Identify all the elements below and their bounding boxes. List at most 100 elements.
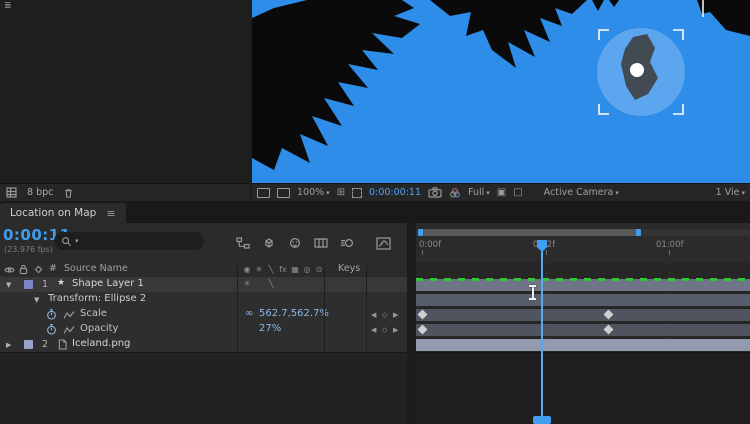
show-channel-icon[interactable]	[449, 187, 461, 199]
navigator-end-handle[interactable]	[636, 229, 641, 236]
quality-toggle[interactable]: ╲	[265, 279, 277, 288]
previous-keyframe-icon[interactable]: ◀	[371, 311, 376, 319]
frame-blend-column-icon: ▦	[289, 265, 301, 274]
layer-name[interactable]: Shape Layer 1	[72, 278, 144, 289]
group-row-transform-ellipse-2[interactable]: ▼ Transform: Ellipse 2	[0, 292, 407, 307]
column-divider	[366, 262, 367, 352]
navigator-start-handle[interactable]	[418, 229, 423, 236]
timeline-left-pane: 0:00:11 (23.976 fps) ▾	[0, 223, 407, 424]
property-name[interactable]: Scale	[80, 308, 107, 319]
twirl-open-icon[interactable]: ▼	[6, 281, 11, 289]
always-preview-icon[interactable]	[257, 188, 270, 198]
twirl-closed-icon[interactable]: ▶	[6, 341, 11, 349]
timeline-panel: Location on Map ≡ 0:00:11 (23.976 fps) ▾	[0, 201, 750, 424]
layer-bar-iceland-png[interactable]	[416, 339, 750, 351]
view-layout-value[interactable]: 1 Vie	[716, 187, 740, 198]
next-keyframe-icon[interactable]: ▶	[393, 326, 398, 334]
next-keyframe-icon[interactable]: ▶	[393, 311, 398, 319]
timeline-splitter[interactable]	[407, 223, 415, 424]
viewer-toolbar: 100% ▾ ⊞ 0:00:00:11 Full ▾ ▣ □ Active Ca…	[252, 183, 750, 201]
magnification-value[interactable]: 100%	[297, 187, 324, 198]
viewer-timecode[interactable]: 0:00:00:11	[369, 187, 421, 198]
color-depth-label[interactable]: 8 bpc	[27, 187, 53, 198]
grid-options-icon[interactable]: ⊞	[337, 187, 345, 198]
add-keyframe-icon[interactable]: ◇	[382, 311, 387, 319]
label-column-icon	[34, 265, 43, 274]
3d-view-control[interactable]: Active Camera ▾	[544, 187, 619, 198]
timeline-track-pane: 0:00f 0:12f 01:00f	[415, 223, 750, 424]
map-artwork	[252, 0, 750, 183]
property-bar-scale[interactable]	[416, 309, 750, 321]
property-row-opacity[interactable]: Opacity 27% ◀ ◇ ▶	[0, 322, 407, 337]
panel-menu-icon[interactable]: ≡	[106, 207, 115, 220]
add-keyframe-icon[interactable]: ◇	[382, 326, 387, 334]
frame-blending-icon[interactable]	[308, 233, 334, 253]
constrain-proportions-icon[interactable]: ∞	[245, 308, 253, 319]
motion-blur-icon[interactable]	[334, 233, 360, 253]
primary-viewer-icon[interactable]	[277, 188, 290, 198]
playhead-scroll-marker[interactable]	[533, 416, 551, 424]
stopwatch-icon[interactable]	[46, 308, 57, 321]
playhead-line[interactable]	[541, 251, 543, 424]
chevron-down-icon: ▾	[326, 189, 330, 197]
magnification-control[interactable]: 100% ▾	[297, 187, 330, 198]
property-row-scale[interactable]: Scale ∞ 562.7,562.7% ◀ ◇ ▶	[0, 307, 407, 322]
graph-editor-icon[interactable]	[370, 233, 396, 253]
source-name-column-label[interactable]: Source Name	[64, 263, 128, 274]
layer-label-swatch[interactable]	[24, 280, 33, 289]
group-name[interactable]: Transform: Ellipse 2	[48, 293, 146, 304]
layer-column-header: # Source Name ◉✳╲fx▦◎⊙ Keys	[0, 262, 407, 278]
layer-name[interactable]: Iceland.png	[72, 338, 130, 349]
collapse-transformations-toggle[interactable]: ✳	[241, 279, 253, 288]
tab-location-on-map[interactable]: Location on Map ≡	[0, 203, 126, 223]
property-value[interactable]: 562.7,562.7%	[259, 308, 329, 319]
composition-mini-flowchart-icon[interactable]	[230, 233, 256, 253]
project-grid-icon[interactable]	[6, 187, 17, 198]
mask-visibility-icon[interactable]: □	[513, 187, 522, 198]
track-empty-area	[416, 352, 750, 424]
frame-rate-label: (23.976 fps)	[4, 245, 53, 254]
column-divider	[324, 262, 325, 352]
lock-icon	[19, 264, 28, 275]
location-marker-dot	[630, 63, 644, 77]
resolution-control[interactable]: Full ▾	[468, 187, 490, 198]
previous-keyframe-icon[interactable]: ◀	[371, 326, 376, 334]
chevron-down-icon: ▾	[75, 237, 79, 245]
composition-viewer	[252, 0, 750, 183]
project-panel: ≣	[0, 0, 250, 183]
stopwatch-icon[interactable]	[46, 323, 57, 336]
twirl-open-icon[interactable]: ▼	[34, 296, 39, 304]
layer-row-shape-layer-1[interactable]: ▼ 1 ★ Shape Layer 1 ✳ ╲	[0, 277, 407, 292]
layer-row-iceland-png[interactable]: ▶ 2 Iceland.png	[0, 337, 407, 352]
search-input[interactable]: ▾	[54, 232, 204, 250]
group-bar-transform[interactable]	[416, 294, 750, 306]
region-of-interest-icon[interactable]	[352, 188, 362, 198]
collapse-column-icon: ✳	[253, 265, 265, 274]
layer-label-swatch[interactable]	[24, 340, 33, 349]
property-bar-opacity[interactable]	[416, 324, 750, 336]
transparency-grid-icon[interactable]: ▣	[497, 187, 506, 198]
property-name[interactable]: Opacity	[80, 323, 118, 334]
trash-icon[interactable]	[63, 187, 74, 199]
chevron-down-icon: ▾	[486, 189, 490, 197]
property-value[interactable]: 27%	[259, 323, 281, 334]
layer-number: 2	[42, 339, 48, 350]
ruler-tick	[546, 250, 547, 255]
time-navigator-bar[interactable]	[418, 229, 641, 236]
snapshot-camera-icon[interactable]	[428, 187, 442, 198]
shy-layers-icon[interactable]	[282, 233, 308, 253]
resolution-value[interactable]: Full	[468, 187, 484, 198]
view-layout-control[interactable]: 1 Vie ▾	[716, 187, 745, 198]
draft-3d-icon[interactable]	[256, 233, 282, 253]
effects-column-icon: fx	[277, 265, 289, 274]
graph-toggle-icon[interactable]	[63, 310, 75, 320]
tab-label: Location on Map	[10, 207, 96, 219]
ruler-tick	[669, 250, 670, 255]
graph-toggle-icon[interactable]	[63, 325, 75, 335]
3d-view-value[interactable]: Active Camera	[544, 187, 614, 198]
timeline-tabbar: Location on Map ≡	[0, 201, 750, 223]
panel-menu-icon[interactable]: ≣	[4, 1, 12, 11]
project-panel-footer: 8 bpc	[0, 183, 250, 201]
search-icon	[61, 236, 72, 247]
empty-layer-area	[0, 352, 407, 424]
